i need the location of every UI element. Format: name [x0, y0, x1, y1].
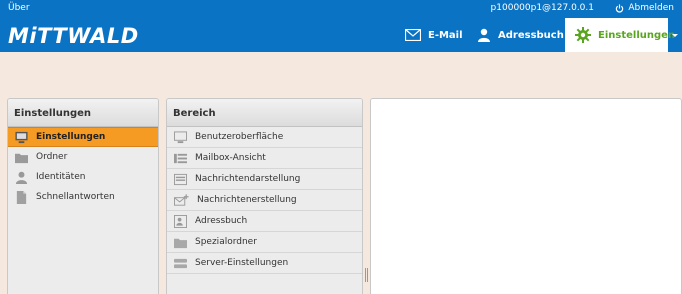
- logout-label: Abmelden: [628, 3, 674, 13]
- nav-settings-label: Einstellungen: [598, 29, 676, 41]
- sections-panel: Einstellungen Einstellungen Ordner Ident…: [7, 98, 159, 294]
- list-icon: [174, 153, 187, 163]
- nav-mail-button[interactable]: E-Mail: [395, 18, 473, 52]
- logo: MiTTWALD: [8, 24, 139, 48]
- addressbook-icon: [174, 214, 187, 228]
- compose-icon: [174, 193, 189, 206]
- power-icon: [616, 3, 624, 12]
- monitor-icon: [15, 131, 28, 143]
- panel-splitter[interactable]: [365, 268, 368, 282]
- person-icon: [478, 28, 490, 42]
- area-item-nachrichtendarstellung[interactable]: Nachrichtendarstellung: [167, 169, 362, 190]
- logout-link[interactable]: Abmelden: [615, 3, 674, 13]
- area-item-label: Spezialordner: [195, 237, 257, 247]
- about-link[interactable]: Über: [8, 3, 30, 13]
- user-info: p100000p1@127.0.0.1: [490, 3, 594, 13]
- area-item-mailbox-ansicht[interactable]: Mailbox-Ansicht: [167, 148, 362, 169]
- section-item-einstellungen[interactable]: Einstellungen: [8, 127, 158, 147]
- gear-icon: [575, 27, 591, 43]
- server-icon: [174, 258, 187, 268]
- area-item-label: Nachrichtenerstellung: [197, 195, 297, 205]
- monitor-icon: [174, 130, 187, 143]
- chevron-down-icon[interactable]: [670, 30, 680, 40]
- nav-mail-label: E-Mail: [428, 29, 463, 41]
- message-view-icon: [174, 173, 187, 185]
- area-panel-title: Bereich: [167, 99, 362, 127]
- area-item-label: Benutzeroberfläche: [195, 132, 284, 142]
- folder-icon: [15, 153, 28, 163]
- sections-panel-title: Einstellungen: [8, 99, 158, 127]
- area-item-label: Mailbox-Ansicht: [195, 153, 266, 163]
- nav-settings-button[interactable]: Einstellungen: [565, 18, 675, 52]
- section-item-schnellantworten[interactable]: Schnellantworten: [8, 187, 158, 207]
- section-item-identitaeten[interactable]: Identitäten: [8, 167, 158, 187]
- person-icon: [15, 171, 28, 184]
- envelope-icon: [405, 29, 421, 41]
- top-bar: Über p100000p1@127.0.0.1 Abmelden MiTTWA…: [0, 0, 682, 52]
- nav-addressbook-button[interactable]: Adressbuch: [467, 18, 574, 52]
- area-item-label: Nachrichtendarstellung: [195, 174, 301, 184]
- folder-icon: [174, 238, 187, 248]
- section-item-label: Schnellantworten: [36, 192, 115, 202]
- section-item-label: Ordner: [36, 152, 68, 162]
- document-icon: [16, 190, 27, 204]
- area-panel: Bereich Benutzeroberfläche Mailbox-Ansic…: [166, 98, 363, 294]
- content-panel: [370, 98, 682, 294]
- section-item-label: Einstellungen: [36, 132, 106, 142]
- nav-addressbook-label: Adressbuch: [498, 29, 564, 41]
- area-item-spezialordner[interactable]: Spezialordner: [167, 232, 362, 253]
- area-item-label: Adressbuch: [195, 216, 248, 226]
- section-item-label: Identitäten: [36, 172, 86, 182]
- section-item-ordner[interactable]: Ordner: [8, 147, 158, 167]
- area-item-label: Server-Einstellungen: [195, 258, 289, 268]
- area-item-nachrichtenerstellung[interactable]: Nachrichtenerstellung: [167, 190, 362, 211]
- area-item-benutzeroberflaeche[interactable]: Benutzeroberfläche: [167, 127, 362, 148]
- area-item-server-einstellungen[interactable]: Server-Einstellungen: [167, 253, 362, 274]
- area-item-adressbuch[interactable]: Adressbuch: [167, 211, 362, 232]
